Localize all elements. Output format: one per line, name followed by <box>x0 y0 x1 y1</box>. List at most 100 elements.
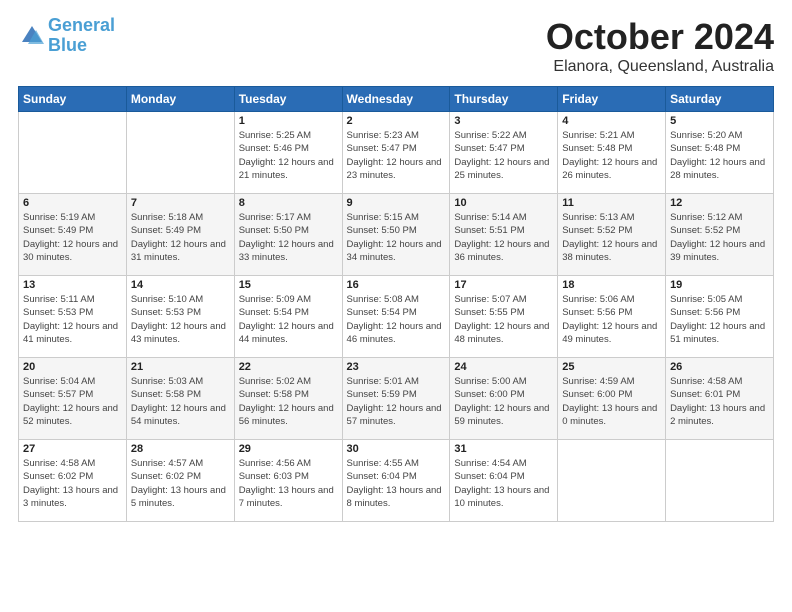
day-cell: 17 Sunrise: 5:07 AMSunset: 5:55 PMDayligh… <box>450 276 558 358</box>
day-cell: 22Sunrise: 5:02 AMSunset: 5:58 PMDayligh… <box>234 358 342 440</box>
day-number: 8 <box>239 197 338 209</box>
day-detail: Sunrise: 5:02 AMSunset: 5:58 PMDaylight:… <box>239 376 334 427</box>
day-cell: 5Sunrise: 5:20 AMSunset: 5:48 PMDaylight… <box>666 112 774 194</box>
day-number: 29 <box>239 443 338 455</box>
day-detail: Sunrise: 5:13 AMSunset: 5:52 PMDaylight:… <box>562 212 657 263</box>
day-cell <box>666 440 774 522</box>
day-number: 23 <box>347 361 446 373</box>
col-thursday: Thursday <box>450 87 558 112</box>
day-cell: 2 Sunrise: 5:23 AMSunset: 5:47 PMDaylight… <box>342 112 450 194</box>
day-number: 7 <box>131 197 230 209</box>
month-title: October 2024 <box>546 16 774 58</box>
day-number: 27 <box>23 443 122 455</box>
day-number: 18 <box>562 279 661 291</box>
logo-icon <box>18 22 46 50</box>
logo: General Blue <box>18 16 115 56</box>
day-cell: 13 Sunrise: 5:11 AMSunset: 5:53 PMDayligh… <box>19 276 127 358</box>
week-row-4: 20 Sunrise: 5:04 AMSunset: 5:57 PMDayligh… <box>19 358 774 440</box>
day-detail: Sunrise: 5:11 AMSunset: 5:53 PMDaylight:… <box>23 294 118 345</box>
day-cell: 18Sunrise: 5:06 AMSunset: 5:56 PMDayligh… <box>558 276 666 358</box>
day-cell <box>19 112 127 194</box>
day-number: 28 <box>131 443 230 455</box>
day-detail: Sunrise: 5:17 AMSunset: 5:50 PMDaylight:… <box>239 212 334 263</box>
title-area: October 2024 Elanora, Queensland, Austra… <box>546 16 774 76</box>
day-detail: Sunrise: 5:08 AMSunset: 5:54 PMDaylight:… <box>347 294 442 345</box>
day-detail: Sunrise: 5:20 AMSunset: 5:48 PMDaylight:… <box>670 130 765 181</box>
week-row-5: 27Sunrise: 4:58 AMSunset: 6:02 PMDayligh… <box>19 440 774 522</box>
day-cell: 15Sunrise: 5:09 AMSunset: 5:54 PMDayligh… <box>234 276 342 358</box>
day-detail: Sunrise: 5:23 AMSunset: 5:47 PMDaylight:… <box>347 130 442 181</box>
header: General Blue October 2024 Elanora, Queen… <box>18 16 774 76</box>
day-detail: Sunrise: 5:03 AMSunset: 5:58 PMDaylight:… <box>131 376 226 427</box>
day-number: 24 <box>454 361 553 373</box>
day-number: 20 <box>23 361 122 373</box>
day-number: 14 <box>131 279 230 291</box>
day-cell: 25 Sunrise: 4:59 AMSunset: 6:00 PMDayligh… <box>558 358 666 440</box>
day-cell: 23 Sunrise: 5:01 AMSunset: 5:59 PMDayligh… <box>342 358 450 440</box>
day-number: 31 <box>454 443 553 455</box>
day-detail: Sunrise: 4:59 AMSunset: 6:00 PMDaylight:… <box>562 376 657 427</box>
day-detail: Sunrise: 4:57 AMSunset: 6:02 PMDaylight:… <box>131 458 226 509</box>
week-row-3: 13 Sunrise: 5:11 AMSunset: 5:53 PMDayligh… <box>19 276 774 358</box>
day-number: 13 <box>23 279 122 291</box>
day-cell: 14 Sunrise: 5:10 AMSunset: 5:53 PMDayligh… <box>126 276 234 358</box>
day-cell: 29 Sunrise: 4:56 AMSunset: 6:03 PMDayligh… <box>234 440 342 522</box>
day-cell: 20 Sunrise: 5:04 AMSunset: 5:57 PMDayligh… <box>19 358 127 440</box>
day-number: 10 <box>454 197 553 209</box>
day-detail: Sunrise: 5:21 AMSunset: 5:48 PMDaylight:… <box>562 130 657 181</box>
day-cell: 12 Sunrise: 5:12 AMSunset: 5:52 PMDayligh… <box>666 194 774 276</box>
day-cell <box>126 112 234 194</box>
day-cell <box>558 440 666 522</box>
header-row: Sunday Monday Tuesday Wednesday Thursday… <box>19 87 774 112</box>
day-number: 19 <box>670 279 769 291</box>
day-number: 25 <box>562 361 661 373</box>
day-number: 15 <box>239 279 338 291</box>
day-cell: 24 Sunrise: 5:00 AMSunset: 6:00 PMDayligh… <box>450 358 558 440</box>
day-detail: Sunrise: 4:54 AMSunset: 6:04 PMDaylight:… <box>454 458 549 509</box>
day-number: 17 <box>454 279 553 291</box>
day-detail: Sunrise: 4:56 AMSunset: 6:03 PMDaylight:… <box>239 458 334 509</box>
day-detail: Sunrise: 4:58 AMSunset: 6:01 PMDaylight:… <box>670 376 765 427</box>
day-number: 21 <box>131 361 230 373</box>
day-cell: 4 Sunrise: 5:21 AMSunset: 5:48 PMDaylight… <box>558 112 666 194</box>
day-cell: 27Sunrise: 4:58 AMSunset: 6:02 PMDayligh… <box>19 440 127 522</box>
location-title: Elanora, Queensland, Australia <box>546 58 774 76</box>
day-cell: 8 Sunrise: 5:17 AMSunset: 5:50 PMDaylight… <box>234 194 342 276</box>
day-number: 4 <box>562 115 661 127</box>
day-number: 16 <box>347 279 446 291</box>
day-cell: 31 Sunrise: 4:54 AMSunset: 6:04 PMDayligh… <box>450 440 558 522</box>
day-cell: 7Sunrise: 5:18 AMSunset: 5:49 PMDaylight… <box>126 194 234 276</box>
day-detail: Sunrise: 5:15 AMSunset: 5:50 PMDaylight:… <box>347 212 442 263</box>
day-cell: 30 Sunrise: 4:55 AMSunset: 6:04 PMDayligh… <box>342 440 450 522</box>
col-monday: Monday <box>126 87 234 112</box>
day-number: 30 <box>347 443 446 455</box>
col-saturday: Saturday <box>666 87 774 112</box>
day-detail: Sunrise: 5:10 AMSunset: 5:53 PMDaylight:… <box>131 294 226 345</box>
day-number: 11 <box>562 197 661 209</box>
day-cell: 10 Sunrise: 5:14 AMSunset: 5:51 PMDayligh… <box>450 194 558 276</box>
day-cell: 1Sunrise: 5:25 AMSunset: 5:46 PMDaylight… <box>234 112 342 194</box>
day-detail: Sunrise: 5:14 AMSunset: 5:51 PMDaylight:… <box>454 212 549 263</box>
day-cell: 6 Sunrise: 5:19 AMSunset: 5:49 PMDaylight… <box>19 194 127 276</box>
logo-line2: Blue <box>48 35 87 55</box>
day-detail: Sunrise: 5:01 AMSunset: 5:59 PMDaylight:… <box>347 376 442 427</box>
col-sunday: Sunday <box>19 87 127 112</box>
day-detail: Sunrise: 5:22 AMSunset: 5:47 PMDaylight:… <box>454 130 549 181</box>
week-row-2: 6 Sunrise: 5:19 AMSunset: 5:49 PMDaylight… <box>19 194 774 276</box>
col-wednesday: Wednesday <box>342 87 450 112</box>
day-cell: 3Sunrise: 5:22 AMSunset: 5:47 PMDaylight… <box>450 112 558 194</box>
day-detail: Sunrise: 5:00 AMSunset: 6:00 PMDaylight:… <box>454 376 549 427</box>
day-number: 6 <box>23 197 122 209</box>
day-detail: Sunrise: 4:55 AMSunset: 6:04 PMDaylight:… <box>347 458 442 509</box>
day-cell: 9Sunrise: 5:15 AMSunset: 5:50 PMDaylight… <box>342 194 450 276</box>
day-cell: 11 Sunrise: 5:13 AMSunset: 5:52 PMDayligh… <box>558 194 666 276</box>
day-detail: Sunrise: 5:04 AMSunset: 5:57 PMDaylight:… <box>23 376 118 427</box>
day-number: 2 <box>347 115 446 127</box>
day-number: 12 <box>670 197 769 209</box>
day-detail: Sunrise: 5:12 AMSunset: 5:52 PMDaylight:… <box>670 212 765 263</box>
logo-text: General Blue <box>48 16 115 56</box>
day-cell: 28 Sunrise: 4:57 AMSunset: 6:02 PMDayligh… <box>126 440 234 522</box>
day-detail: Sunrise: 5:07 AMSunset: 5:55 PMDaylight:… <box>454 294 549 345</box>
day-detail: Sunrise: 5:19 AMSunset: 5:49 PMDaylight:… <box>23 212 118 263</box>
day-detail: Sunrise: 5:25 AMSunset: 5:46 PMDaylight:… <box>239 130 334 181</box>
